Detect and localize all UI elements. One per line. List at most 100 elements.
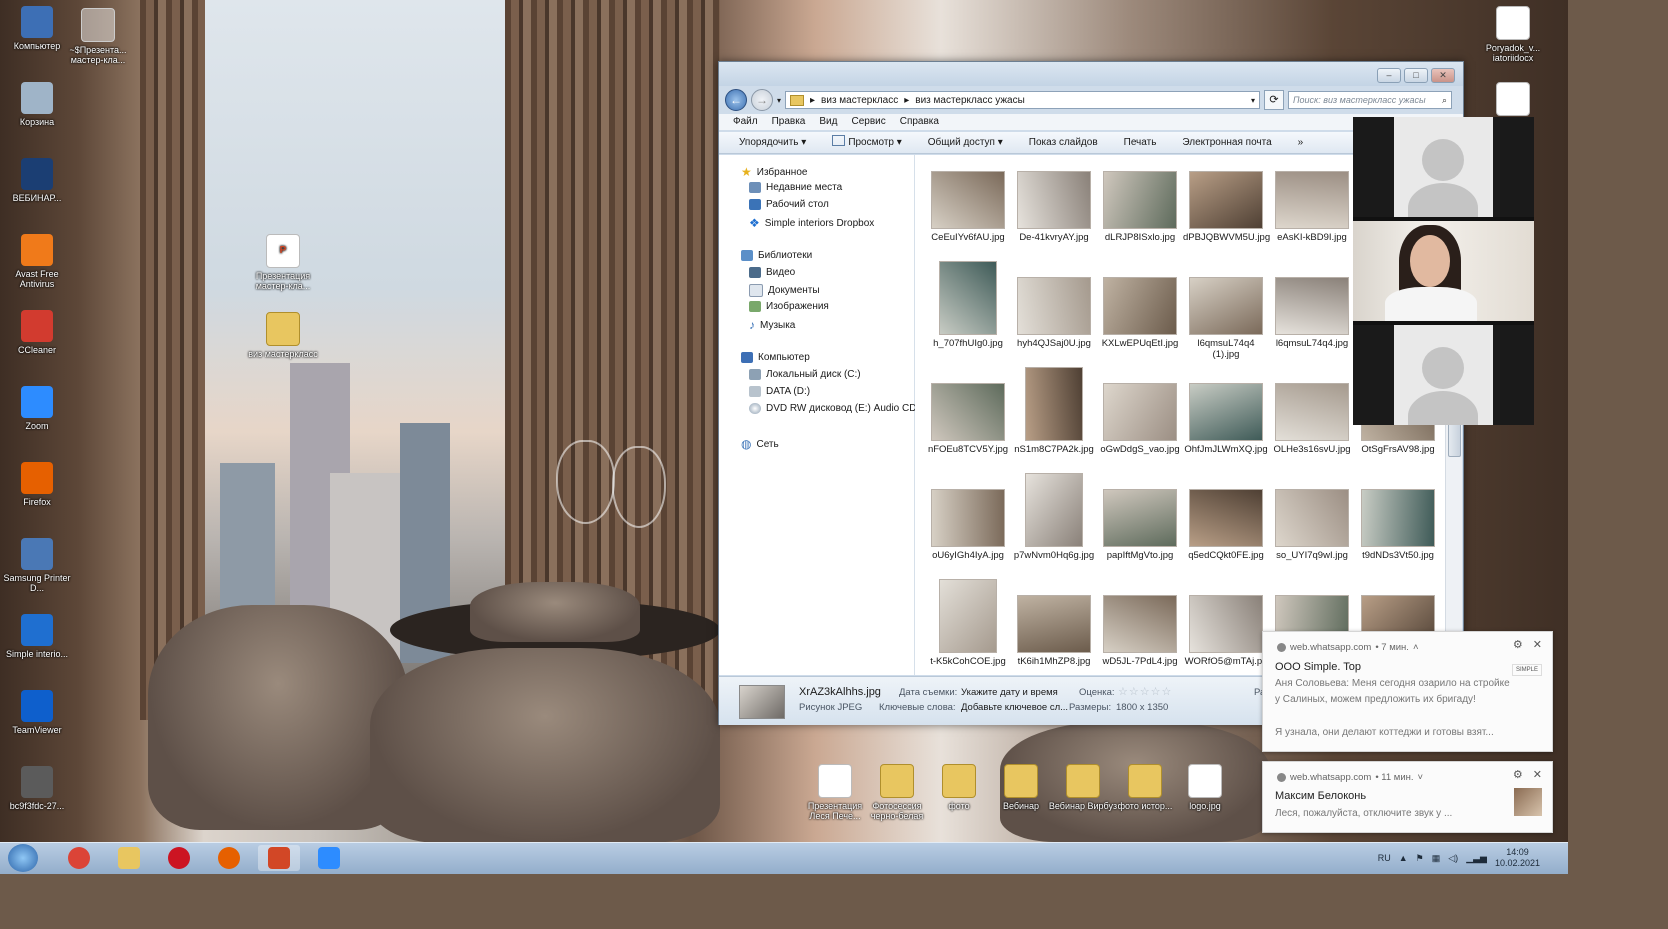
file-item[interactable]: nFOEu8TCV5Y.jpg (925, 367, 1011, 455)
minimize-button[interactable]: – (1377, 68, 1401, 83)
print-button[interactable]: Печать (1124, 132, 1157, 153)
nav-documents[interactable]: Документы (749, 284, 820, 297)
nav-dropbox[interactable]: ❖ Simple interiors Dropbox (749, 216, 874, 230)
breadcrumb-item[interactable]: виз мастеркласс (821, 95, 898, 106)
taskbar-opera-button[interactable] (158, 845, 200, 871)
file-item[interactable]: WORfO5@mTAj.pg (1183, 579, 1269, 667)
file-item[interactable]: OLHe3s16svU.jpg (1269, 367, 1355, 455)
desktop-icon-bottom[interactable]: Вебинар Вирбуз (1048, 764, 1118, 811)
taskbar-zoom-button[interactable] (308, 845, 350, 871)
language-indicator[interactable]: RU (1378, 853, 1391, 863)
file-item[interactable]: papIftMgVto.jpg (1097, 473, 1183, 561)
nav-network[interactable]: ◍ Сеть (741, 437, 779, 451)
file-item[interactable]: so_UYI7q9wI.jpg (1269, 473, 1355, 561)
file-item[interactable]: l6qmsuL74q4 (1).jpg (1183, 261, 1269, 360)
close-icon[interactable]: ✕ (1533, 768, 1542, 781)
desktop-icon-file[interactable]: bc9f3fdc-27... (2, 766, 72, 811)
nav-favorites[interactable]: ★ Избранное (741, 165, 807, 179)
nav-drive-e[interactable]: DVD RW дисковод (E:) Audio CD (749, 403, 916, 414)
chevron-down-icon[interactable]: ▾ (1251, 96, 1255, 105)
nav-music[interactable]: ♪ Музыка (749, 318, 795, 332)
search-icon[interactable]: ⌕ (1442, 95, 1447, 106)
taskbar-powerpoint-button[interactable] (258, 845, 300, 871)
desktop-icon-teamviewer[interactable]: TeamViewer (2, 690, 72, 735)
chevron-up-icon[interactable]: ˄ (1413, 642, 1419, 653)
file-item[interactable]: l6qmsuL74q4.jpg (1269, 261, 1355, 349)
clock[interactable]: 14:09 10.02.2021 (1495, 847, 1540, 869)
nav-libraries[interactable]: Библиотеки (741, 250, 812, 261)
file-item[interactable]: q5edCQkt0FE.jpg (1183, 473, 1269, 561)
desktop-icon-dropbox[interactable]: Simple interio... (2, 614, 72, 659)
taskbar-chrome-button[interactable] (58, 845, 100, 871)
desktop-icon-bottom[interactable]: Презентация Леся Пече... (800, 764, 870, 821)
file-item[interactable]: oGwDdgS_vao.jpg (1097, 367, 1183, 455)
start-button[interactable] (8, 844, 38, 872)
desktop-icon-avast[interactable]: Avast Free Antivirus (2, 234, 72, 289)
file-item[interactable]: nS1m8C7PA2k.jpg (1011, 367, 1097, 455)
desktop-icon-doc[interactable] (1478, 82, 1548, 119)
file-item[interactable]: p7wNvm0Hq6g.jpg (1011, 473, 1097, 561)
file-item[interactable]: h_707fhUIg0.jpg (925, 261, 1011, 349)
menu-view[interactable]: Вид (819, 114, 837, 130)
settings-gear-icon[interactable]: ⚙ (1513, 638, 1523, 651)
file-item[interactable]: OhfJmJLWmXQ.jpg (1183, 367, 1269, 455)
file-item[interactable]: hyh4QJSaj0U.jpg (1011, 261, 1097, 349)
desktop-icon-bottom[interactable]: Вебинар (986, 764, 1056, 811)
desktop-icon-firefox[interactable]: Firefox (2, 462, 72, 507)
file-item[interactable]: t9dNDs3Vt50.jpg (1355, 473, 1441, 561)
file-item[interactable]: tK6ih1MhZP8.jpg (1011, 579, 1097, 667)
slideshow-button[interactable]: Показ слайдов (1029, 132, 1098, 153)
back-button[interactable]: ← (725, 89, 747, 111)
desktop-icon-zoom[interactable]: Zoom (2, 386, 72, 431)
search-input[interactable]: Поиск: виз мастеркласс ужасы ⌕ (1288, 91, 1453, 109)
nav-pictures[interactable]: Изображения (749, 301, 829, 312)
tray-expand-icon[interactable]: ▲ (1399, 853, 1408, 863)
more-commands-button[interactable]: » (1298, 132, 1304, 153)
maximize-button[interactable]: □ (1404, 68, 1428, 83)
taskbar-firefox-button[interactable] (208, 845, 250, 871)
rating-stars[interactable]: ☆☆☆☆☆ (1118, 685, 1172, 698)
settings-gear-icon[interactable]: ⚙ (1513, 768, 1523, 781)
file-item[interactable]: De-41kvryAY.jpg (1011, 155, 1097, 243)
menu-edit[interactable]: Правка (772, 114, 806, 130)
forward-button[interactable]: → (751, 89, 773, 111)
desktop-icon-bottom[interactable]: logo.jpg (1170, 764, 1240, 811)
participant-tile[interactable] (1353, 325, 1534, 425)
desktop-icon-poryadok[interactable]: Poryadok_v... iatoriidocx (1478, 6, 1548, 63)
file-item[interactable]: wD5JL-7PdL4.jpg (1097, 579, 1183, 667)
email-button[interactable]: Электронная почта (1182, 132, 1271, 153)
desktop-icon-zip[interactable]: виз мастеркласс (248, 312, 318, 359)
organize-button[interactable]: Упорядочить ▾ (739, 132, 806, 153)
desktop-icon-bottom[interactable]: фото (924, 764, 994, 811)
file-item[interactable]: dPBJQBWVM5U.jpg (1183, 155, 1270, 243)
whatsapp-notification[interactable]: web.whatsapp.com • 11 мин. ˅ ⚙ ✕ Максим … (1262, 761, 1553, 833)
file-item[interactable]: KXLwEPUqEtI.jpg (1097, 261, 1183, 349)
network-tray-icon[interactable]: ▦ (1432, 853, 1441, 864)
signal-icon[interactable]: ▁▃▅ (1466, 853, 1487, 864)
file-item[interactable]: CeEuIYv6fAU.jpg (925, 155, 1011, 243)
menu-tools[interactable]: Сервис (851, 114, 885, 130)
file-item[interactable]: dLRJP8ISxlo.jpg (1097, 155, 1183, 243)
address-bar[interactable]: ▸ виз мастеркласс ▸ виз мастеркласс ужас… (785, 91, 1261, 109)
nav-video[interactable]: Видео (749, 267, 795, 278)
window-titlebar[interactable] (719, 62, 1463, 86)
flag-icon[interactable]: ⚑ (1416, 853, 1424, 864)
nav-desktop[interactable]: Рабочий стол (749, 199, 829, 210)
details-date-value[interactable]: Укажите дату и время (961, 687, 1058, 698)
desktop-icon-presentation[interactable]: P Презентация мастер-кла... (248, 234, 318, 291)
close-button[interactable]: ✕ (1431, 68, 1455, 83)
nav-computer[interactable]: Компьютер (741, 352, 810, 363)
file-item[interactable]: t-K5kCohCOE.jpg (925, 579, 1011, 667)
menu-file[interactable]: Файл (733, 114, 758, 130)
history-dropdown-icon[interactable]: ▾ (777, 96, 781, 105)
nav-drive-c[interactable]: Локальный диск (C:) (749, 369, 861, 380)
breadcrumb-item[interactable]: виз мастеркласс ужасы (915, 95, 1025, 106)
file-item[interactable]: eAsKI-kBD9I.jpg (1269, 155, 1355, 243)
chevron-down-icon[interactable]: ˅ (1418, 772, 1424, 783)
close-icon[interactable]: ✕ (1533, 638, 1542, 651)
desktop-icon-ccleaner[interactable]: CCleaner (2, 310, 72, 355)
refresh-button[interactable]: ⟳ (1264, 90, 1285, 110)
whatsapp-notification[interactable]: web.whatsapp.com • 7 мин. ˄ ⚙ ✕ ООО Simp… (1262, 631, 1553, 752)
nav-drive-d[interactable]: DATA (D:) (749, 386, 810, 397)
file-item[interactable]: oU6yIGh4IyA.jpg (925, 473, 1011, 561)
